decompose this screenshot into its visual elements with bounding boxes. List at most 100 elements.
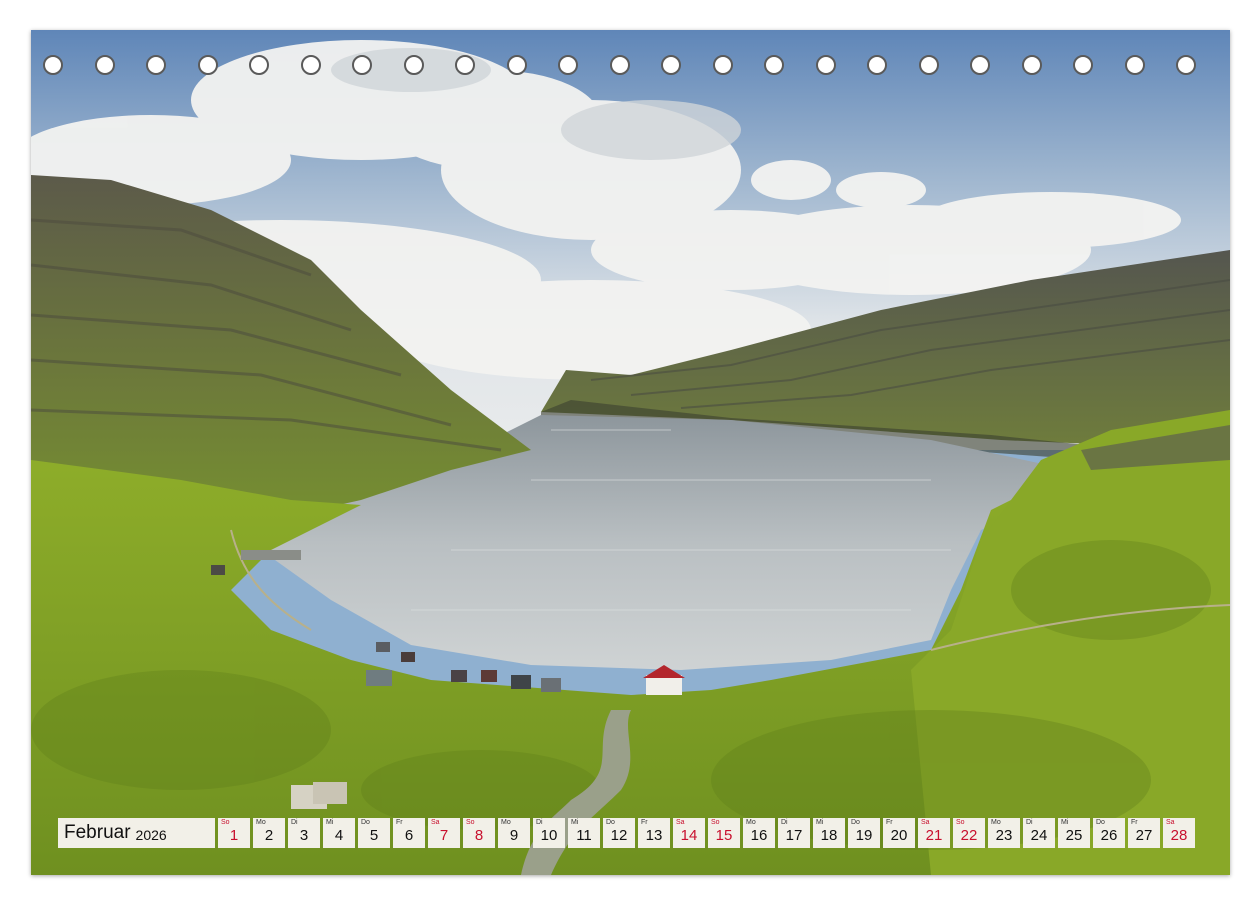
weekday-label: So (711, 819, 720, 826)
binding-hole-icon (94, 55, 115, 75)
day-number: 25 (1065, 827, 1083, 844)
binding-hole-icon (1176, 55, 1196, 75)
binding-hole-icon (352, 55, 372, 75)
day-number: 24 (1030, 827, 1048, 844)
day-cell: Sa 21 (918, 818, 950, 848)
binding-hole-icon (146, 55, 166, 75)
day-number: 13 (645, 827, 663, 844)
weekday-label: Di (1026, 819, 1033, 826)
month-name: Februar (64, 822, 131, 843)
day-number: 7 (439, 827, 449, 844)
day-cell: Fr 6 (393, 818, 425, 848)
binding-hole-icon (1124, 55, 1145, 75)
binding-hole-icon (661, 55, 681, 75)
day-number: 26 (1100, 827, 1118, 844)
day-cell: Mi 4 (323, 818, 355, 848)
day-cell: So 8 (463, 818, 495, 848)
day-number: 12 (610, 827, 628, 844)
weekday-label: So (956, 819, 965, 826)
day-number: 11 (576, 827, 592, 844)
binding-hole-icon (506, 55, 527, 75)
weekday-label: So (466, 819, 475, 826)
day-number: 18 (820, 827, 838, 844)
weekday-label: Mo (501, 819, 511, 826)
binding-hole-icon (764, 55, 784, 75)
day-cell: Do 12 (603, 818, 635, 848)
day-cell: Mi 18 (813, 818, 845, 848)
day-cell: Mo 23 (988, 818, 1020, 848)
binding-hole-icon (918, 55, 939, 75)
weekday-label: Sa (1166, 819, 1175, 826)
weekday-label: Mi (816, 819, 824, 826)
binding-hole-icon (970, 55, 990, 75)
day-cell: Sa 28 (1163, 818, 1195, 848)
fjord-landscape-photo (31, 30, 1230, 875)
weekday-label: Mi (571, 819, 579, 826)
binding-hole-icon (197, 55, 218, 75)
binding-hole-icon (249, 55, 269, 75)
day-number: 6 (404, 827, 414, 844)
month-label: Februar 2026 (58, 818, 215, 848)
month-year: 2026 (135, 826, 167, 843)
day-number: 3 (299, 827, 309, 844)
day-number: 1 (229, 827, 239, 844)
day-cell: So 22 (953, 818, 985, 848)
weekday-label: Fr (1131, 819, 1138, 826)
day-number: 27 (1135, 827, 1153, 844)
weekday-label: Do (851, 819, 860, 826)
weekday-label: Di (536, 819, 543, 826)
day-number: 21 (925, 827, 943, 844)
weekday-label: Mi (1061, 819, 1069, 826)
weekday-label: Mi (326, 819, 334, 826)
day-number: 19 (855, 827, 873, 844)
weekday-label: Fr (396, 819, 403, 826)
day-cell: Di 3 (288, 818, 320, 848)
day-number: 22 (960, 827, 978, 844)
day-cell: So 15 (708, 818, 740, 848)
calendar-strip: Februar 2026 So 1 Mo 2 Di 3 Mi 4 Do 5 Fr 6 Sa 7 So 8 Mo 9… (58, 818, 1195, 848)
day-cell: So 1 (218, 818, 250, 848)
day-number: 15 (715, 827, 733, 844)
binding-hole-icon (300, 55, 321, 75)
day-number: 8 (474, 827, 484, 844)
binding-hole-icon (609, 55, 630, 75)
weekday-label: Do (606, 819, 615, 826)
day-cell: Mo 9 (498, 818, 530, 848)
binding-hole-icon (558, 55, 578, 75)
day-cell: Di 24 (1023, 818, 1055, 848)
day-cell: Fr 27 (1128, 818, 1160, 848)
day-cell: Sa 7 (428, 818, 460, 848)
weekday-label: Do (1096, 819, 1105, 826)
binding-hole-icon (403, 55, 424, 75)
day-cells: So 1 Mo 2 Di 3 Mi 4 Do 5 Fr 6 Sa 7 So 8 Mo 9 Di 10 Mi 11 Do 12 F… (218, 818, 1195, 848)
day-cell: Mi 11 (568, 818, 600, 848)
weekday-label: Di (291, 819, 298, 826)
day-number: 4 (334, 827, 344, 844)
day-cell: Do 19 (848, 818, 880, 848)
day-cell: Mo 16 (743, 818, 775, 848)
day-number: 2 (264, 827, 274, 844)
day-number: 16 (750, 827, 768, 844)
binding-hole-icon (815, 55, 836, 75)
day-number: 10 (540, 827, 558, 844)
day-cell: Do 26 (1093, 818, 1125, 848)
weekday-label: Fr (886, 819, 893, 826)
binding-hole-icon (1021, 55, 1042, 75)
day-cell: Do 5 (358, 818, 390, 848)
binding-holes (31, 30, 1230, 110)
day-number: 9 (509, 827, 519, 844)
day-number: 17 (785, 827, 803, 844)
binding-hole-icon (455, 55, 475, 75)
weekday-label: So (221, 819, 230, 826)
weekday-label: Di (781, 819, 788, 826)
weekday-label: Sa (431, 819, 440, 826)
weekday-label: Sa (676, 819, 685, 826)
weekday-label: Mo (991, 819, 1001, 826)
calendar-page: Februar 2026 So 1 Mo 2 Di 3 Mi 4 Do 5 Fr 6 Sa 7 So 8 Mo 9… (31, 30, 1230, 875)
day-cell: Di 17 (778, 818, 810, 848)
weekday-label: Fr (641, 819, 648, 826)
weekday-label: Mo (746, 819, 756, 826)
binding-hole-icon (867, 55, 887, 75)
day-number: 23 (995, 827, 1013, 844)
day-cell: Mo 2 (253, 818, 285, 848)
